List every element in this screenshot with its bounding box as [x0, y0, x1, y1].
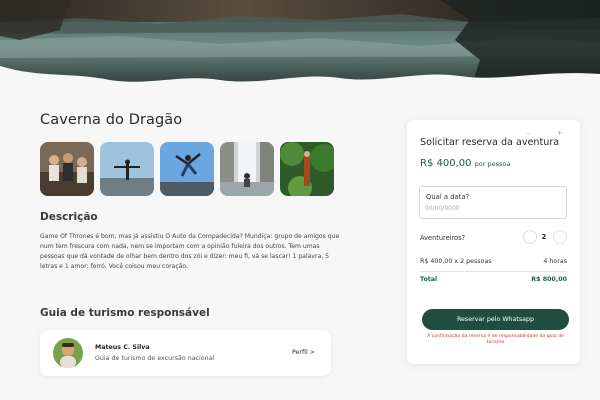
hero-banner-image [0, 0, 600, 90]
adventurers-decrement-button[interactable] [523, 230, 537, 244]
guide-profile-link[interactable]: Perfil > [292, 349, 315, 356]
total-label: Total [420, 276, 438, 283]
price-calculation-label: R$ 400,00 x 2 pessoas [420, 258, 492, 265]
price-value: R$ 400,00 [420, 158, 472, 169]
price-unit: por pessoa [474, 160, 511, 168]
date-input[interactable] [425, 205, 545, 212]
gallery-photo-waterfall[interactable] [220, 142, 274, 196]
guide-name: Mateus C. Silva [95, 344, 150, 351]
guide-heading: Guia de turismo responsável [40, 307, 210, 319]
total-value: R$ 800,00 [531, 276, 567, 283]
adventurers-count: 2 [541, 233, 547, 241]
date-label: Qual a data? [426, 193, 470, 201]
summary-divider [420, 271, 567, 272]
expand-control[interactable]: + [557, 130, 562, 137]
duration-value: 4 horas [543, 258, 567, 265]
adventurers-increment-button[interactable] [553, 230, 567, 244]
confirmation-note: A confirmação da reserva é de responsabi… [427, 334, 564, 345]
description-text: Game Of Thrones é bom, mas já assistiu O… [40, 233, 340, 270]
gallery-photo-person-jumping[interactable] [160, 142, 214, 196]
gallery-photo-person-arms-open[interactable] [100, 142, 154, 196]
gallery-photo-group[interactable] [40, 142, 94, 196]
guide-avatar [53, 338, 83, 368]
minimize-control[interactable]: – [527, 130, 530, 137]
booking-title: Solicitar reserva da aventura [420, 137, 560, 148]
booking-price: R$ 400,00 por pessoa [420, 158, 510, 169]
photo-gallery [40, 142, 334, 196]
guide-role: Guia de turismo de excursão nacional [95, 355, 215, 362]
whatsapp-reserve-button[interactable]: Reservar pelo Whatsapp [422, 309, 569, 330]
gallery-photo-forest[interactable] [280, 142, 334, 196]
description-heading: Descrição [40, 211, 98, 223]
adventurers-label: Aventureiros? [420, 234, 466, 242]
booking-card: – + Solicitar reserva da aventura R$ 400… [407, 120, 580, 364]
guide-card: Mateus C. Silva Guia de turismo de excur… [40, 330, 331, 376]
page-title: Caverna do Dragão [40, 112, 183, 128]
date-field-container: Qual a data? [419, 186, 567, 219]
